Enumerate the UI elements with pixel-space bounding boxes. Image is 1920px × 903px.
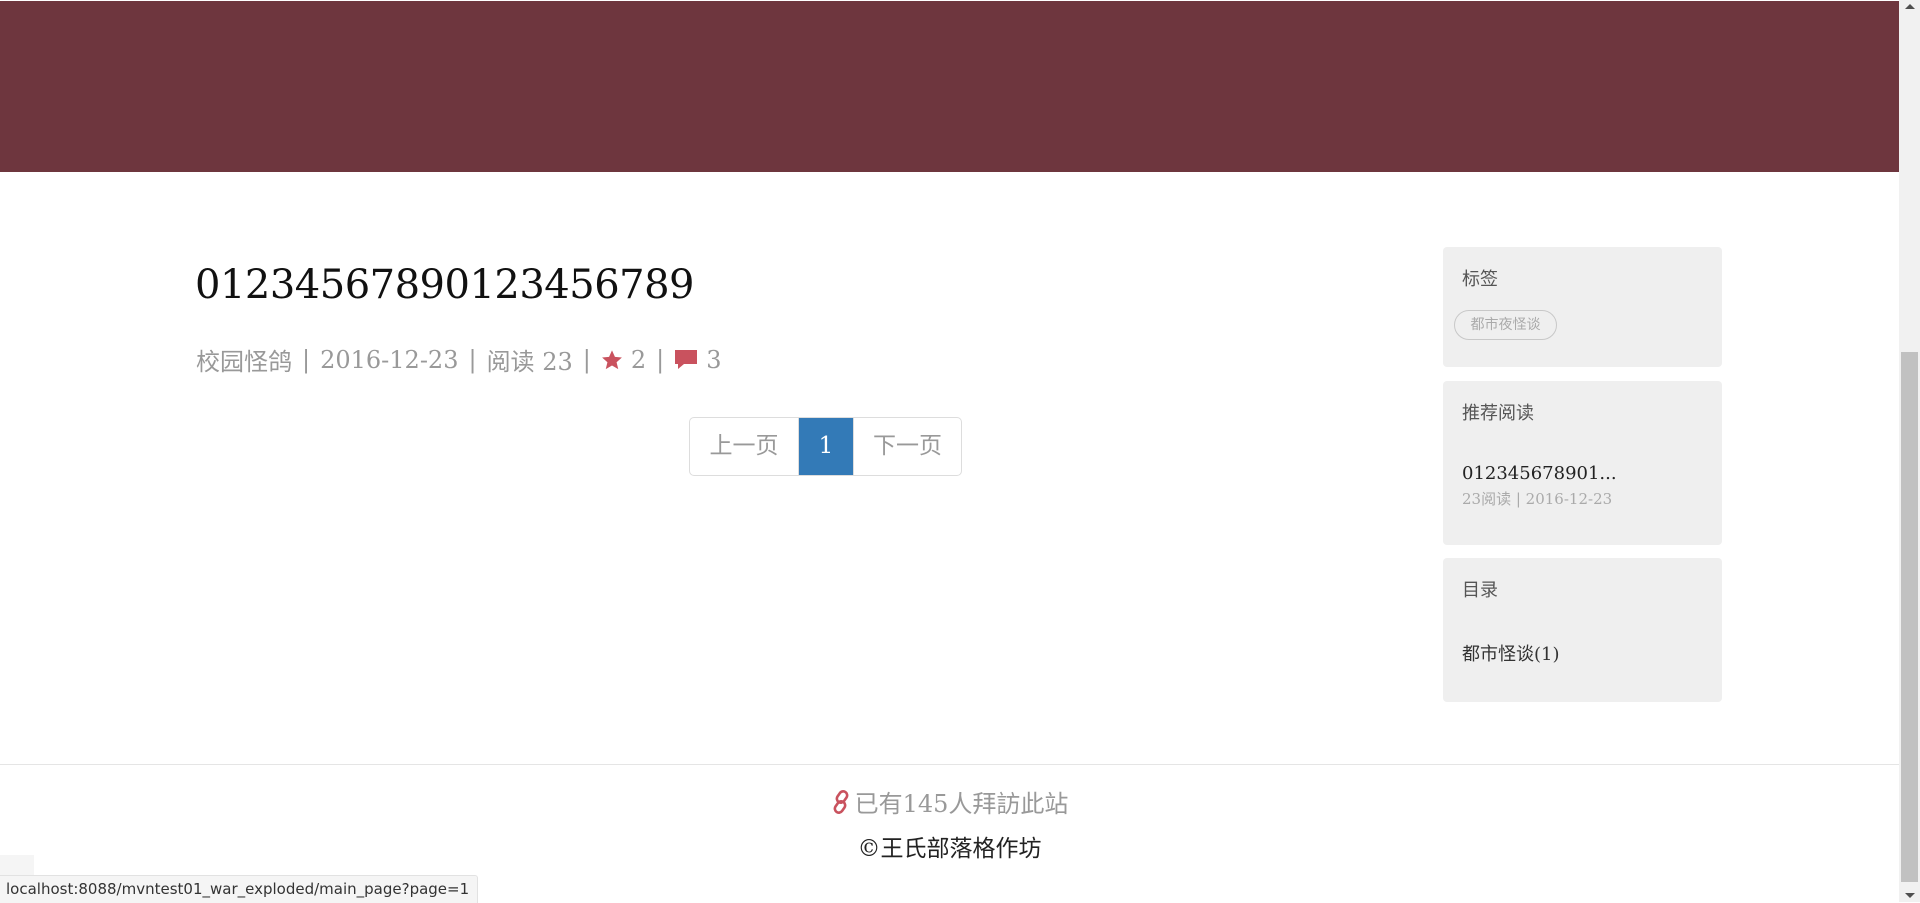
meta-separator: | — [656, 345, 665, 374]
footer-divider — [0, 764, 1899, 765]
post-category[interactable]: 校园怪鸽 — [196, 342, 292, 377]
prev-page-button[interactable]: 上一页 — [690, 418, 799, 475]
scroll-down-icon[interactable] — [1905, 893, 1915, 898]
post-meta: 校园怪鸽 | 2016-12-23 | 阅读 23 | 2 | 3 — [196, 342, 721, 377]
recommended-card: 推荐阅读 012345678901... 23阅读 | 2016-12-23 — [1443, 381, 1722, 545]
meta-separator: | — [468, 345, 477, 374]
status-bar-url: localhost:8088/mvntest01_war_exploded/ma… — [0, 875, 479, 903]
comment-icon — [674, 349, 698, 371]
header-banner — [0, 1, 1899, 172]
meta-separator: | — [582, 345, 591, 374]
post-title[interactable]: 01234567890123456789 — [195, 262, 694, 308]
scrollbar-thumb[interactable] — [1901, 352, 1918, 882]
tags-card: 标签 都市夜怪谈 — [1443, 247, 1722, 367]
tags-title: 标签 — [1462, 269, 1498, 290]
post-date: 2016-12-23 — [320, 345, 459, 374]
meta-separator: | — [302, 345, 311, 374]
toc-card: 目录 都市怪谈(1) — [1443, 558, 1722, 702]
next-page-button[interactable]: 下一页 — [853, 418, 961, 475]
link-icon — [831, 789, 853, 814]
post-comments: 3 — [706, 345, 722, 374]
recommended-item-meta: 23阅读 | 2016-12-23 — [1462, 490, 1613, 508]
pagination: 上一页 1 下一页 — [689, 417, 962, 476]
vertical-scrollbar[interactable] — [1899, 0, 1920, 902]
visitor-count: 已有145人拜訪此站 — [0, 784, 1899, 819]
scroll-up-icon[interactable] — [1905, 4, 1915, 9]
tag-item[interactable]: 都市夜怪谈 — [1454, 310, 1557, 340]
post-views: 阅读 23 — [486, 348, 573, 376]
toc-title: 目录 — [1462, 580, 1498, 601]
recommended-title: 推荐阅读 — [1462, 403, 1534, 424]
copyright: ©王氏部落格作坊 — [857, 836, 1042, 862]
post-stars: 2 — [630, 345, 647, 374]
toc-item[interactable]: 都市怪谈(1) — [1462, 640, 1560, 666]
recommended-item-link[interactable]: 012345678901... — [1462, 463, 1617, 484]
visitor-text: 已有145人拜訪此站 — [854, 790, 1069, 818]
current-page-button[interactable]: 1 — [799, 418, 853, 475]
star-icon — [601, 349, 623, 371]
status-corner — [0, 855, 34, 877]
